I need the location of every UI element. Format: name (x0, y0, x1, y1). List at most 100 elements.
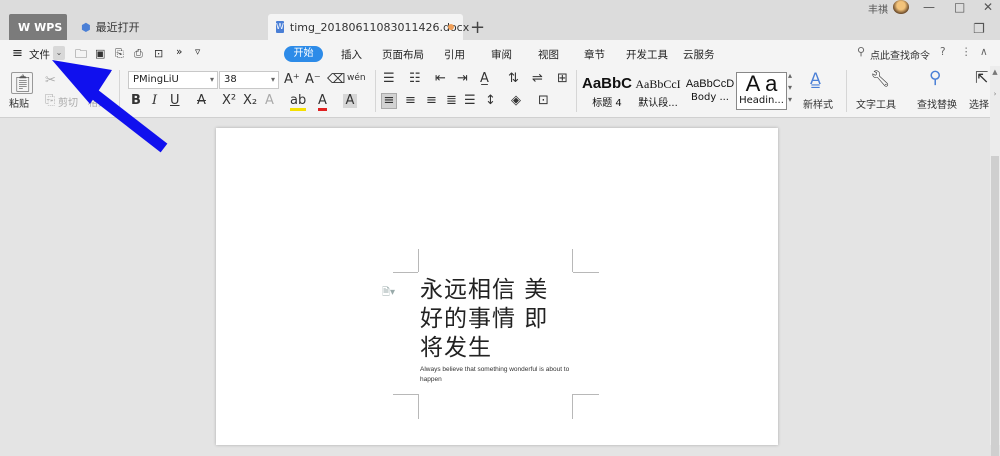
sort-icon[interactable]: ⇅ (508, 72, 519, 86)
chevron-down-icon: ▾ (270, 75, 275, 84)
bullets-icon[interactable]: ☰ (383, 72, 395, 86)
file-menu-dropdown-icon[interactable]: ⌄ (53, 46, 65, 60)
table-icon[interactable]: ⊞ (557, 72, 568, 86)
show-marks-icon[interactable]: ⇌ (532, 72, 543, 86)
font-size-select[interactable]: 38 ▾ (219, 71, 279, 89)
scroll-up-icon[interactable]: ▲ (990, 68, 1000, 76)
tab-references[interactable]: 引用 (444, 47, 465, 62)
font-name-select[interactable]: PMingLiU ▾ (128, 71, 218, 89)
collapse-ribbon-icon[interactable]: ∧ (980, 46, 988, 58)
heading-line: 将发生 (420, 335, 492, 361)
help-icon[interactable]: ? (940, 46, 946, 58)
cursor-icon[interactable]: ⇱ (975, 70, 988, 86)
borders-icon[interactable]: ⊡ (538, 94, 549, 108)
align-left-icon[interactable]: ≡ (381, 93, 397, 109)
wrench-icon[interactable]: 🔧︎ (870, 71, 890, 87)
search-icon[interactable]: ⚲ (857, 45, 865, 58)
highlight-icon[interactable]: ab (290, 94, 307, 111)
font-color-icon[interactable]: A (318, 94, 327, 111)
tab-wps[interactable]: W WPS (9, 14, 67, 40)
new-style-icon[interactable]: A̳ (810, 71, 821, 87)
paste-button[interactable]: 粘贴 (9, 95, 29, 110)
chinese-layout-icon[interactable]: A̲ (480, 72, 489, 86)
tab-recent[interactable]: ⬢ 最近打开 (73, 14, 253, 40)
scroll-thumb[interactable] (991, 156, 999, 456)
styles-scroll-icon[interactable]: ▴ ▾ ▾ (788, 70, 792, 106)
clear-format-icon[interactable]: ⌫ (327, 73, 345, 87)
bold-icon[interactable]: B (131, 94, 141, 108)
kebab-menu-icon[interactable]: ⋮ (961, 46, 972, 58)
format-painter-button[interactable]: 格式 (88, 94, 108, 109)
print-preview-icon[interactable]: ⊡ (154, 47, 163, 61)
decrease-font-icon[interactable]: A⁻ (305, 73, 321, 87)
tab-chapter[interactable]: 章节 (584, 47, 605, 62)
user-name[interactable]: 丰祺 (868, 1, 888, 16)
underline-icon[interactable]: U (170, 94, 180, 108)
paste-icon[interactable]: 📋︎ (11, 72, 34, 94)
command-search[interactable]: 点此查找命令 (870, 47, 930, 62)
paragraph-anchor-icon[interactable]: 🗎▾ (382, 285, 395, 302)
strikethrough-icon[interactable]: A (197, 94, 206, 108)
align-center-icon[interactable]: ≡ (405, 94, 416, 108)
phonetic-guide-icon[interactable]: wén (347, 71, 366, 85)
new-style-button[interactable]: 新样式 (803, 96, 833, 111)
open-folder-icon[interactable]: 🗀 (75, 47, 87, 61)
avatar[interactable] (893, 0, 909, 14)
tab-developer[interactable]: 开发工具 (626, 47, 668, 62)
cut-button[interactable]: 剪切 (58, 94, 78, 109)
char-shading-icon[interactable]: A (343, 94, 357, 108)
add-tab-button[interactable]: + (470, 17, 485, 38)
file-menu[interactable]: 文件 (29, 47, 50, 62)
tab-review[interactable]: 审阅 (491, 47, 512, 62)
tab-home[interactable]: 开始 (284, 46, 323, 62)
document-heading[interactable]: 永远相信 美 好的事情 即 将发生 (420, 276, 570, 363)
crop-mark (573, 272, 599, 273)
maximize-button[interactable]: □ (954, 0, 965, 14)
increase-indent-icon[interactable]: ⇥ (457, 72, 468, 86)
more-icon[interactable]: » (176, 46, 182, 58)
style-default[interactable]: AaBbCcI 默认段... (633, 72, 683, 110)
quick-access-dropdown-icon[interactable]: ▿ (195, 46, 200, 58)
decrease-indent-icon[interactable]: ⇤ (435, 72, 446, 86)
tab-page-layout[interactable]: 页面布局 (382, 47, 424, 62)
scroll-right-icon[interactable]: › (990, 90, 1000, 98)
distributed-icon[interactable]: ☰ (464, 94, 476, 108)
tab-cloud-service[interactable]: 云服务 (683, 47, 715, 62)
italic-icon[interactable]: I (152, 94, 157, 108)
numbering-icon[interactable]: ☷ (409, 72, 421, 86)
font-size-value: 38 (224, 74, 237, 85)
save-icon[interactable]: ▣ (95, 47, 105, 61)
find-replace-button[interactable]: 查找替换 (917, 96, 957, 111)
copy-icon[interactable]: ⎘ (45, 94, 55, 108)
subscript-icon[interactable]: X₂ (243, 94, 257, 108)
cut-icon[interactable]: ✂ (45, 74, 56, 88)
style-heading[interactable]: A a Headin... (736, 72, 787, 110)
style-heading-4[interactable]: AaBbC 标题 4 (582, 72, 632, 110)
text-tools-button[interactable]: 文字工具 (856, 96, 896, 111)
document-subtext[interactable]: Always believe that something wonderful … (420, 365, 585, 385)
close-button[interactable]: ✕ (983, 0, 993, 14)
vertical-scrollbar[interactable]: ▲ › (990, 66, 1000, 456)
shading-icon[interactable]: ◈ (511, 94, 521, 108)
increase-font-icon[interactable]: A⁺ (284, 73, 300, 87)
format-painter-icon[interactable]: 🖌︎ (92, 71, 112, 87)
style-name: Body ... (691, 92, 729, 103)
select-button[interactable]: 选择 (969, 96, 989, 111)
align-right-icon[interactable]: ≡ (426, 94, 437, 108)
unsaved-dot-icon (448, 24, 454, 30)
chevron-down-icon: ▾ (209, 75, 214, 84)
find-icon[interactable]: ⚲ (929, 70, 941, 87)
minimize-button[interactable]: — (923, 0, 935, 14)
tab-document[interactable]: W timg_20180611083011426.docx (268, 14, 469, 40)
tab-view[interactable]: 视图 (538, 47, 559, 62)
justify-icon[interactable]: ≣ (446, 94, 457, 108)
tab-insert[interactable]: 插入 (341, 47, 362, 62)
side-panel-icon[interactable]: ❐ (973, 22, 985, 37)
print-icon[interactable]: ⎙ (134, 47, 143, 61)
export-pdf-icon[interactable]: ⎘ (115, 47, 124, 61)
superscript-icon[interactable]: X² (222, 94, 236, 108)
hamburger-icon[interactable]: ≡ (12, 46, 23, 61)
style-body[interactable]: AaBbCcD Body ... (684, 72, 736, 110)
text-effect-icon[interactable]: A (265, 94, 274, 108)
line-spacing-icon[interactable]: ↕ (485, 94, 496, 108)
